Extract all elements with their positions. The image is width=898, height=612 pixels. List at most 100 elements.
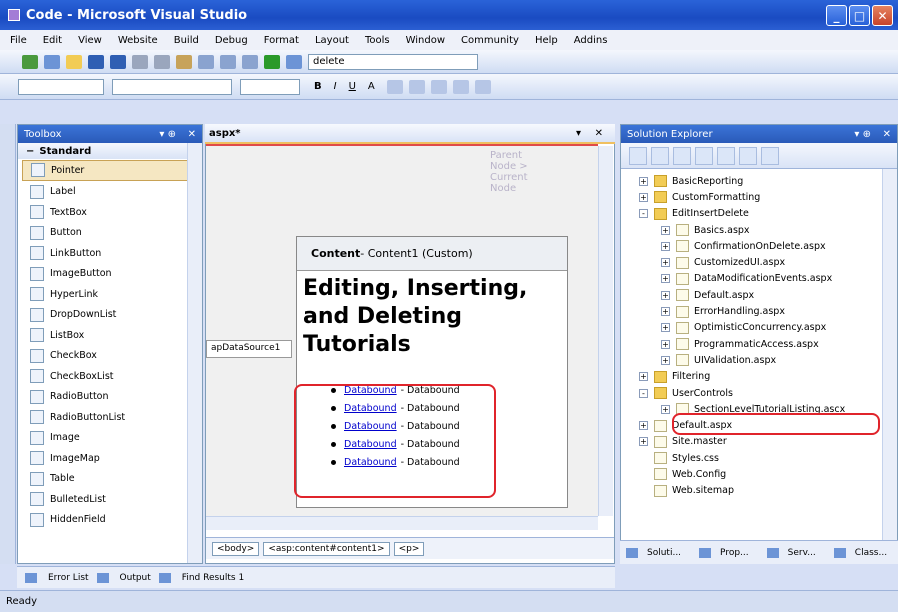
toolbox-item-image[interactable]: Image — [18, 428, 202, 449]
menu-layout[interactable]: Layout — [315, 35, 349, 46]
toolbox-item-radiobutton[interactable]: RadioButton — [18, 387, 202, 408]
bottom-tab[interactable]: Class... — [833, 547, 893, 558]
tree-node[interactable]: + DataModificationEvents.aspx — [621, 271, 897, 287]
toolbox-item-hyperlink[interactable]: HyperLink — [18, 284, 202, 305]
expand-icon[interactable]: + — [661, 290, 670, 300]
tree-node[interactable]: + ConfirmationOnDelete.aspx — [621, 238, 897, 254]
menu-window[interactable]: Window — [406, 35, 445, 46]
tag-crumb[interactable]: <p> — [393, 541, 425, 556]
add-item-icon[interactable] — [44, 54, 60, 69]
tree-node[interactable]: + ErrorHandling.aspx — [621, 303, 897, 319]
find-combo[interactable]: delete — [308, 53, 478, 70]
menu-view[interactable]: View — [78, 35, 102, 46]
bottom-tab[interactable]: Serv... — [766, 547, 822, 558]
expand-icon[interactable]: + — [661, 307, 670, 317]
menu-help[interactable]: Help — [535, 35, 558, 46]
tree-node[interactable]: + CustomFormatting — [621, 189, 897, 205]
open-icon[interactable] — [66, 54, 82, 69]
close-icon[interactable]: ✕ — [883, 129, 891, 140]
menu-debug[interactable]: Debug — [215, 35, 248, 46]
designer-vscroll[interactable] — [598, 146, 613, 516]
toolbox-item-linkbutton[interactable]: LinkButton — [18, 243, 202, 264]
undo-icon[interactable] — [198, 54, 214, 69]
asp-config-icon[interactable] — [761, 146, 779, 165]
maximize-button[interactable]: □ — [849, 5, 870, 26]
tab-dropdown-icon[interactable]: ▾ — [576, 128, 581, 139]
block-format-combo[interactable] — [18, 78, 104, 95]
align-icon[interactable] — [408, 79, 425, 94]
pin-icon[interactable]: ▾ ⊕ — [159, 129, 176, 140]
menu-addins[interactable]: Addins — [574, 35, 608, 46]
sqldatasource-control[interactable]: apDataSource1 — [206, 340, 292, 358]
tree-node[interactable]: + Filtering — [621, 369, 897, 385]
menu-tools[interactable]: Tools — [365, 35, 390, 46]
close-button[interactable]: ✕ — [872, 5, 893, 26]
expand-icon[interactable]: + — [661, 355, 670, 365]
font-name-combo[interactable] — [112, 78, 232, 95]
toolbox-item-button[interactable]: Button — [18, 223, 202, 244]
collapse-icon[interactable]: - — [639, 209, 648, 219]
properties-icon[interactable] — [629, 146, 647, 165]
save-icon[interactable] — [88, 54, 104, 69]
underline-icon[interactable]: U — [349, 81, 356, 92]
output-tab[interactable]: Error List — [25, 572, 89, 583]
toolbox-item-radiobuttonlist[interactable]: RadioButtonList — [18, 407, 202, 428]
expand-icon[interactable]: + — [639, 437, 648, 447]
tree-node[interactable]: + Default.aspx — [621, 287, 897, 303]
tree-node[interactable]: Web.Config — [621, 466, 897, 482]
copy-website-icon[interactable] — [739, 146, 757, 165]
nest-files-icon[interactable] — [673, 146, 691, 165]
toolbox-item-textbox[interactable]: TextBox — [18, 202, 202, 223]
cut-icon[interactable] — [132, 54, 148, 69]
designer-hscroll[interactable] — [206, 516, 598, 530]
toolbox-item-pointer[interactable]: Pointer — [22, 160, 198, 181]
new-project-icon[interactable] — [22, 54, 38, 69]
bold-icon[interactable]: B — [314, 81, 322, 92]
view-designer-icon[interactable] — [717, 146, 735, 165]
tree-node[interactable]: + BasicReporting — [621, 173, 897, 189]
toolbox-item-label[interactable]: Label — [18, 182, 202, 203]
menu-website[interactable]: Website — [118, 35, 158, 46]
tree-node[interactable]: Web.sitemap — [621, 483, 897, 499]
expand-icon[interactable]: + — [661, 241, 670, 251]
tree-node[interactable]: + Basics.aspx — [621, 222, 897, 238]
toolbox-item-imagebutton[interactable]: ImageButton — [18, 264, 202, 285]
toolbox-item-listbox[interactable]: ListBox — [18, 325, 202, 346]
highlight-icon[interactable] — [386, 79, 403, 94]
expand-icon[interactable]: + — [639, 372, 648, 382]
bottom-tab[interactable]: Soluti... — [626, 547, 687, 558]
toolbox-item-bulletedlist[interactable]: BulletedList — [18, 489, 202, 510]
tree-node[interactable]: - UserControls — [621, 385, 897, 401]
expand-icon[interactable]: + — [639, 192, 648, 202]
menu-build[interactable]: Build — [174, 35, 199, 46]
save-all-icon[interactable] — [110, 54, 126, 69]
tag-crumb[interactable]: <asp:content#content1> — [263, 541, 390, 556]
collapse-icon[interactable]: - — [639, 388, 648, 398]
bottom-tab[interactable]: Prop... — [699, 547, 755, 558]
toolbox-autohide-strip[interactable] — [0, 124, 16, 564]
tree-node[interactable]: + ProgrammaticAccess.aspx — [621, 336, 897, 352]
expand-icon[interactable]: + — [639, 176, 648, 186]
tab-close-icon[interactable]: ✕ — [595, 128, 603, 139]
expand-icon[interactable]: + — [661, 258, 670, 268]
numbered-list-icon[interactable] — [430, 79, 447, 94]
expand-icon[interactable]: + — [661, 225, 670, 235]
italic-icon[interactable]: I — [334, 81, 337, 92]
toolbox-item-checkbox[interactable]: CheckBox — [18, 346, 202, 367]
tree-node[interactable]: Styles.css — [621, 450, 897, 466]
tag-crumb[interactable]: <body> — [212, 541, 260, 556]
menu-edit[interactable]: Edit — [43, 35, 62, 46]
tree-node[interactable]: - EditInsertDelete — [621, 206, 897, 222]
paste-icon[interactable] — [176, 54, 192, 69]
font-color-icon[interactable]: A — [368, 81, 375, 92]
toolbox-item-checkboxlist[interactable]: CheckBoxList — [18, 366, 202, 387]
toolbox-scrollbar[interactable] — [187, 143, 202, 563]
refresh-icon[interactable] — [651, 146, 669, 165]
document-tab[interactable]: aspx* ▾ ✕ — [205, 124, 615, 144]
start-debug-icon[interactable] — [264, 54, 280, 69]
pin-icon[interactable]: ▾ ⊕ — [854, 129, 871, 140]
redo-icon[interactable] — [220, 54, 236, 69]
output-tab[interactable]: Find Results 1 — [158, 572, 244, 583]
tree-node[interactable]: + UIValidation.aspx — [621, 352, 897, 368]
find-icon[interactable] — [286, 54, 302, 69]
